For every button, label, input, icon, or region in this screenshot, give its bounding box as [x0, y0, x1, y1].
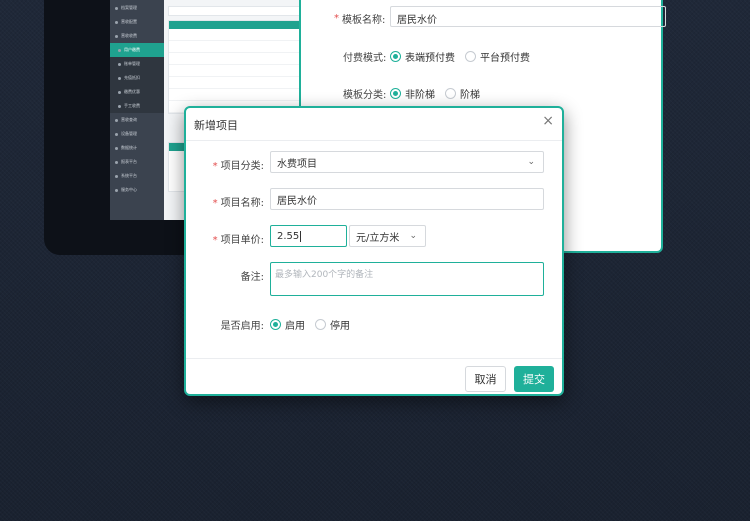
remark-textarea[interactable]: 最多输入200个字的备注: [270, 262, 544, 296]
text-caret: [300, 230, 302, 242]
cancel-button[interactable]: 取消: [465, 366, 506, 392]
mini-menu-item: 数据统计: [110, 141, 164, 155]
radio-checked-icon: [390, 51, 401, 62]
mini-menu-item: 系统平台: [110, 169, 164, 183]
item-price-value: 2.55: [277, 230, 300, 242]
close-icon[interactable]: ×: [542, 114, 554, 128]
mini-menu-item: 缴费优惠: [110, 85, 164, 99]
dialog-title: 新增项目: [194, 119, 238, 132]
chevron-down-icon: ⌄: [409, 231, 417, 241]
radio-unchecked-icon: [465, 51, 476, 62]
mini-menu-item: 营收配置: [110, 15, 164, 29]
mini-menu-item-active: 用户缴费: [110, 43, 164, 57]
submit-button[interactable]: 提交: [514, 366, 554, 392]
template-category-label: 模板分类:: [343, 90, 387, 101]
template-category-group: 非阶梯 阶梯: [390, 86, 490, 101]
enabled-option-on[interactable]: 启用: [270, 317, 305, 332]
item-name-value: 居民水价: [277, 195, 317, 207]
enabled-label: 是否启用:: [220, 321, 264, 332]
pay-mode-option-meter[interactable]: 表端预付费: [390, 49, 455, 64]
mini-menu-item: 设备管理: [110, 127, 164, 141]
radio-unchecked-icon: [445, 88, 456, 99]
mini-menu-item: 营收查询: [110, 113, 164, 127]
item-name-input[interactable]: 居民水价: [270, 188, 544, 210]
radio-checked-icon: [270, 319, 281, 330]
item-name-label: * 项目名称:: [212, 198, 264, 209]
chevron-down-icon: ⌄: [527, 157, 535, 167]
mini-sidebar: 档案管理 营收配置 营收收费 用户缴费 账单管理 充值抵扣 缴费优惠 手工收费 …: [110, 0, 164, 220]
enabled-option-off[interactable]: 停用: [315, 317, 350, 332]
template-name-label: * 模板名称:: [334, 13, 386, 26]
add-item-dialog: 新增项目 × * 项目分类: 水费项目 ⌄ * 项目名称: 居民水价 * 项目单价: …: [184, 106, 564, 396]
mini-menu-item: 手工收费: [110, 99, 164, 113]
item-category-value: 水费项目: [277, 158, 317, 170]
price-unit-select[interactable]: 元/立方米 ⌄: [349, 225, 426, 247]
mini-menu-item: 账单管理: [110, 57, 164, 71]
mini-menu-item: 报表平台: [110, 155, 164, 169]
item-price-input[interactable]: 2.55: [270, 225, 347, 247]
pay-mode-label: 付费模式:: [343, 53, 387, 64]
radio-checked-icon: [390, 88, 401, 99]
category-option-tiered[interactable]: 阶梯: [445, 86, 480, 101]
item-category-label: * 项目分类:: [212, 161, 264, 172]
dialog-footer-divider: [186, 358, 562, 359]
enabled-group: 启用 停用: [270, 317, 360, 332]
mini-menu-item: 充值抵扣: [110, 71, 164, 85]
mini-menu-item: 营收收费: [110, 29, 164, 43]
radio-unchecked-icon: [315, 319, 326, 330]
dialog-header-divider: [186, 140, 562, 141]
pay-mode-group: 表端预付费 平台预付费: [390, 49, 540, 64]
pay-mode-option-platform[interactable]: 平台预付费: [465, 49, 530, 64]
template-name-input[interactable]: 居民水价: [390, 6, 666, 27]
category-option-non-tiered[interactable]: 非阶梯: [390, 86, 435, 101]
item-category-select[interactable]: 水费项目 ⌄: [270, 151, 544, 173]
mini-menu-item: 服务中心: [110, 183, 164, 197]
item-price-label: * 项目单价:: [212, 235, 264, 246]
price-unit-value: 元/立方米: [356, 232, 400, 244]
mini-menu-item: 档案管理: [110, 1, 164, 15]
remark-label: 备注:: [240, 272, 264, 283]
